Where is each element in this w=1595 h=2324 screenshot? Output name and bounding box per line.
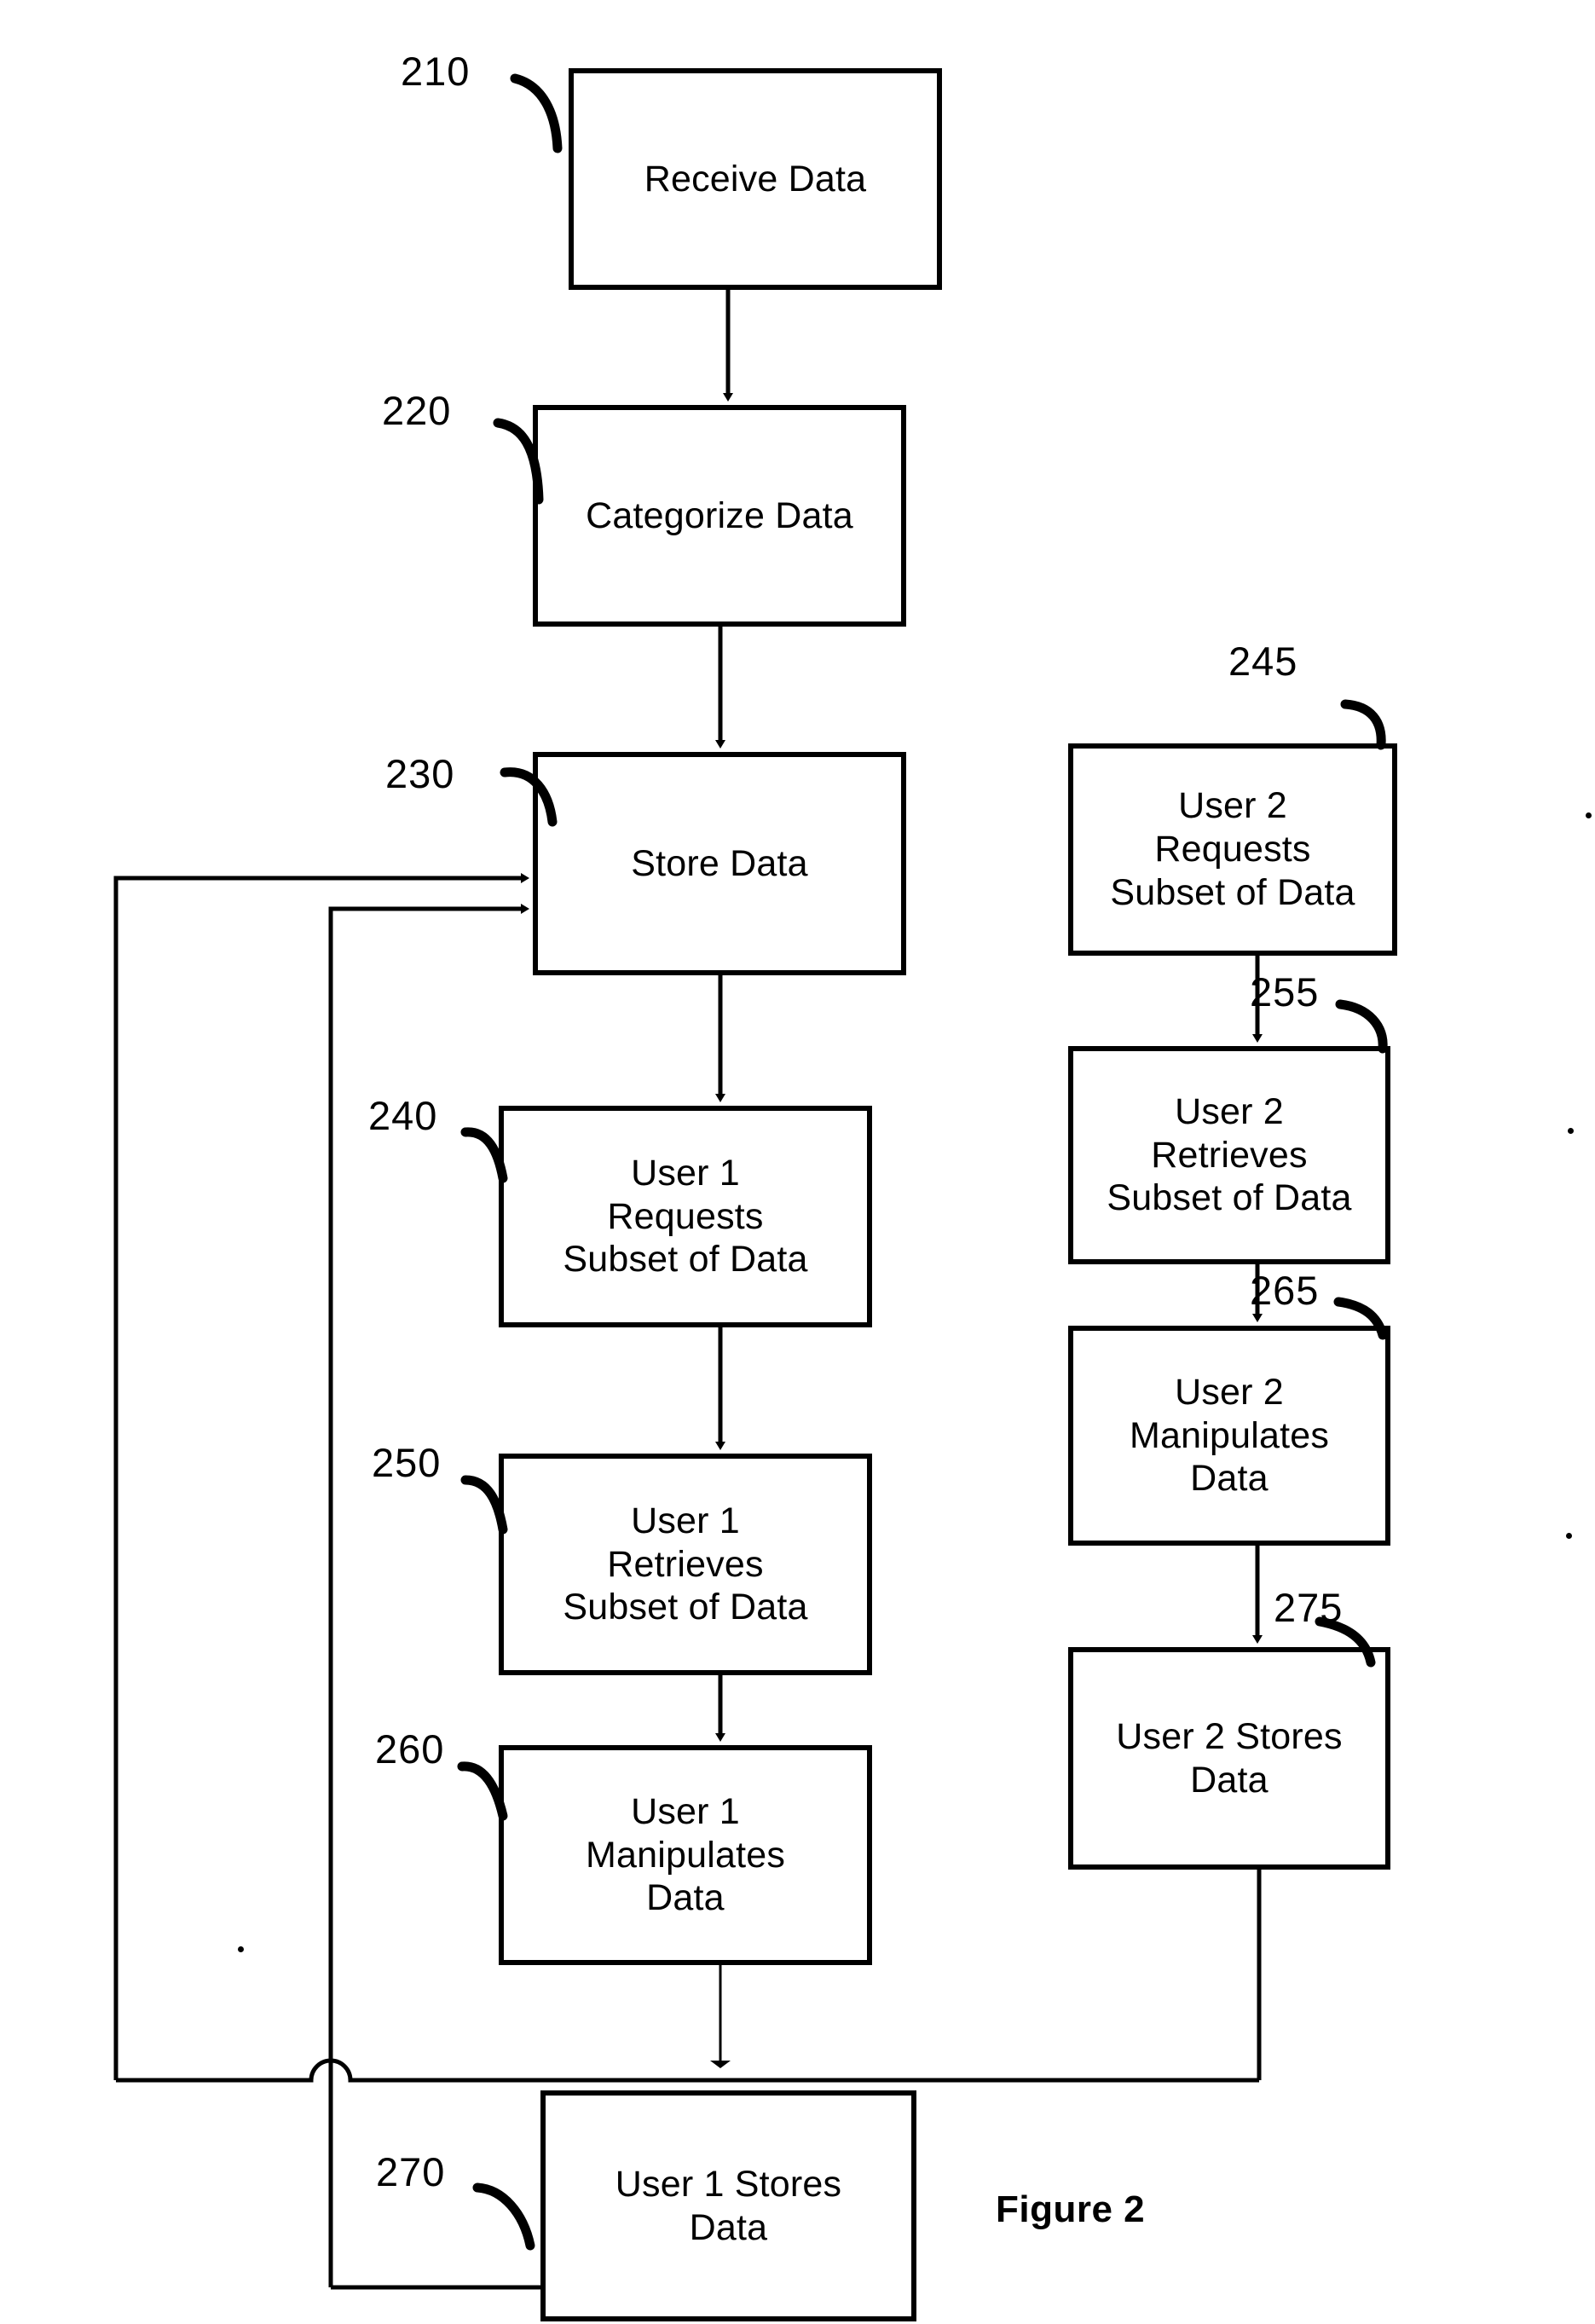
scan-speck — [1566, 1533, 1572, 1539]
ref-numeral-260: 260 — [375, 1726, 445, 1772]
leader-210 — [510, 73, 563, 153]
leader-260 — [457, 1761, 508, 1821]
figure-caption: Figure 2 — [996, 2188, 1146, 2230]
node-box-260 — [499, 1745, 872, 1965]
node-box-265 — [1068, 1326, 1390, 1546]
ref-numeral-270: 270 — [376, 2149, 446, 2194]
node-box-250 — [499, 1454, 872, 1675]
ref-numeral-240: 240 — [368, 1093, 438, 1138]
feedback-bus-horizontal — [116, 2058, 1259, 2083]
node-box-240 — [499, 1106, 872, 1327]
node-box-255 — [1068, 1046, 1390, 1264]
ref-numeral-210: 210 — [401, 49, 471, 94]
ref-numeral-265: 265 — [1250, 1268, 1320, 1313]
ref-numeral-250: 250 — [372, 1440, 442, 1485]
ref-numeral-275: 275 — [1274, 1585, 1344, 1630]
ref-numeral-220: 220 — [382, 388, 452, 433]
node-box-270 — [540, 2090, 916, 2321]
scan-speck — [1568, 1128, 1574, 1134]
leader-240 — [460, 1127, 508, 1183]
node-box-275 — [1068, 1647, 1390, 1870]
scan-speck — [1586, 812, 1592, 818]
flowchart-vector-layer — [113, 68, 1397, 2321]
node-box-230 — [533, 752, 906, 975]
ref-numeral-230: 230 — [385, 751, 455, 796]
node-box-245 — [1068, 743, 1397, 956]
leader-245 — [1340, 699, 1386, 750]
leader-230 — [500, 767, 558, 827]
patent-figure-page: Receive Data Categorize Data Store Data … — [0, 0, 1595, 2324]
node-box-210 — [569, 68, 942, 290]
ref-numeral-255: 255 — [1250, 969, 1320, 1015]
node-box-220 — [533, 405, 906, 627]
leader-270 — [472, 2182, 535, 2251]
leader-255 — [1335, 999, 1388, 1054]
leader-220 — [493, 418, 544, 505]
scan-speck — [238, 1946, 244, 1952]
leader-250 — [460, 1475, 508, 1535]
ref-numeral-245: 245 — [1228, 639, 1298, 684]
